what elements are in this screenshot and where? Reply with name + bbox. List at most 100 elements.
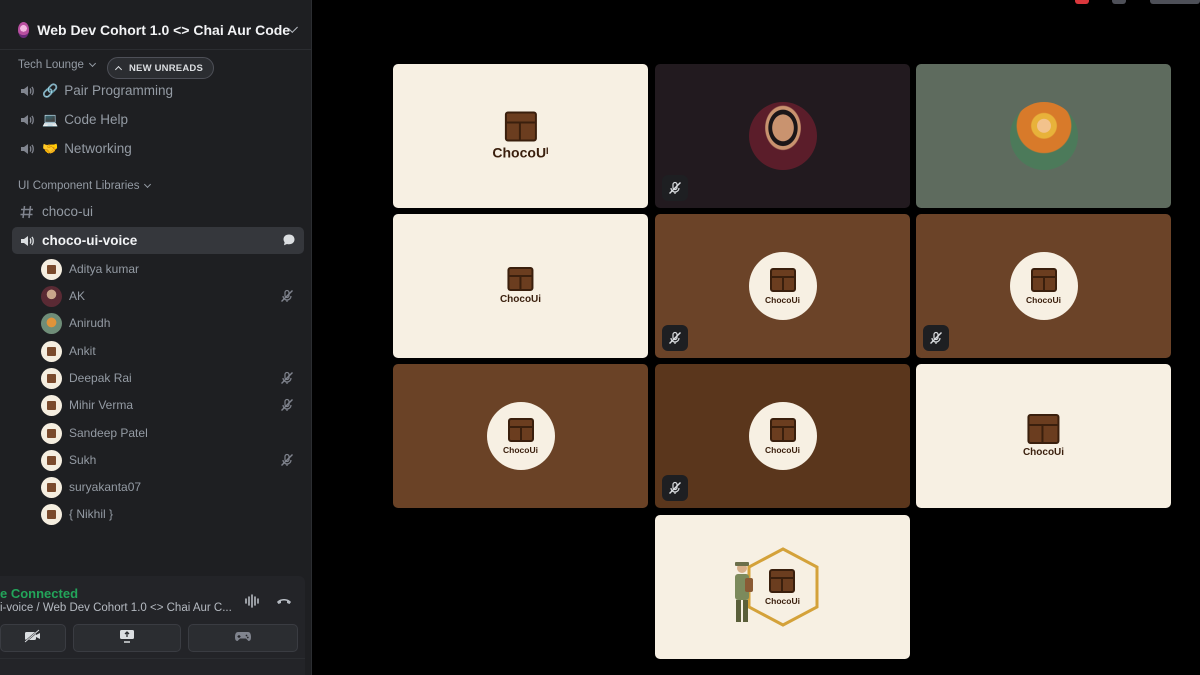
channel-sidebar: Web Dev Cohort 1.0 <> Chai Aur Code Tech… — [0, 0, 312, 675]
speaker-icon — [18, 82, 36, 100]
choco-logo-icon — [769, 417, 796, 442]
choco-logo: ChocoUi — [500, 267, 541, 305]
avatar — [41, 394, 62, 416]
channel-pair-programming[interactable]: 🔗 Pair Programming — [12, 77, 304, 104]
avatar — [41, 285, 62, 307]
member-name: AK — [69, 289, 86, 303]
choco-logo-icon — [769, 568, 796, 593]
hashtag-icon — [18, 203, 36, 221]
channel-label: choco-ui-voice — [42, 233, 138, 248]
member-name: Mihir Verma — [69, 398, 134, 412]
video-tile[interactable]: ChocoUi — [393, 364, 648, 508]
choco-logo: ChocoUᴵ — [492, 111, 549, 161]
member-name: Ankit — [69, 344, 96, 358]
voice-member[interactable]: { Nikhil } — [41, 502, 306, 526]
signal-icon[interactable] — [244, 594, 262, 608]
new-unreads-label: NEW UNREADS — [129, 62, 203, 74]
avatar — [41, 367, 62, 389]
channel-networking[interactable]: 🤝 Networking — [12, 135, 304, 162]
help-icon[interactable] — [1112, 0, 1126, 4]
choco-logo-icon — [507, 267, 534, 291]
chat-bubble-icon[interactable] — [282, 233, 296, 247]
hexagon-badge: ChocoUi — [734, 546, 821, 628]
avatar — [41, 422, 62, 444]
notification-indicator — [1075, 0, 1089, 4]
mic-muted-icon — [280, 453, 294, 467]
avatar — [41, 340, 62, 362]
category-tech-lounge[interactable]: Tech Lounge — [18, 59, 96, 71]
channel-emoji: 🔗 — [42, 82, 59, 98]
new-unreads-button[interactable]: NEW UNREADS — [107, 57, 214, 79]
choco-logo: ChocoUi — [1023, 414, 1064, 458]
member-name: Sukh — [69, 453, 97, 467]
logo-text: ChocoUi — [765, 595, 800, 606]
participant-avatar: ChocoUi — [748, 252, 817, 320]
voice-member[interactable]: Aditya kumar — [41, 257, 306, 281]
mic-muted-badge — [662, 475, 688, 501]
voice-location[interactable]: i-voice / Web Dev Cohort 1.0 <> Chai Aur… — [0, 602, 232, 614]
choco-logo-icon — [1030, 267, 1057, 292]
activities-button[interactable] — [188, 624, 298, 652]
voice-member[interactable]: Sandeep Patel — [41, 421, 306, 445]
video-tile[interactable]: ChocoUi — [655, 515, 910, 659]
participant-avatar: ChocoUi — [486, 402, 555, 470]
speaker-icon — [18, 140, 36, 158]
video-tile[interactable]: ChocoUᴵ — [393, 64, 648, 208]
camera-off-icon — [24, 628, 42, 648]
member-name: Sandeep Patel — [69, 426, 148, 440]
screen-share-icon — [118, 629, 136, 648]
mic-muted-icon — [280, 398, 294, 412]
member-name: Deepak Rai — [69, 371, 132, 385]
chevron-up-icon — [114, 65, 123, 74]
screen-share-button[interactable] — [73, 624, 181, 652]
voice-member[interactable]: Deepak Rai — [41, 366, 306, 390]
channel-label: Pair Programming — [64, 83, 173, 98]
voice-member[interactable]: Sukh — [41, 448, 306, 472]
member-name: suryakanta07 — [69, 480, 142, 494]
logo-text: ChocoUi — [499, 294, 542, 305]
video-tile[interactable]: ChocoUi — [655, 214, 910, 358]
video-tile[interactable]: ChocoUi — [916, 214, 1171, 358]
channel-label: Code Help — [64, 112, 128, 127]
category-label: Tech Lounge — [18, 59, 84, 71]
category-ui-component-libraries[interactable]: UI Component Libraries — [18, 180, 152, 192]
camera-off-button[interactable] — [0, 624, 66, 652]
speaker-lock-icon — [18, 232, 36, 250]
mic-muted-badge — [662, 325, 688, 351]
logo-text: ChocoUi — [765, 294, 800, 305]
voice-member[interactable]: AK — [41, 284, 306, 308]
voice-member[interactable]: suryakanta07 — [41, 475, 306, 499]
channel-choco-ui[interactable]: choco-ui — [12, 198, 304, 225]
channel-choco-ui-voice[interactable]: choco-ui-voice — [12, 227, 304, 254]
gamepad-icon — [234, 629, 252, 648]
logo-text: ChocoUi — [1022, 447, 1065, 458]
logo-text: ChocoUi — [503, 444, 538, 455]
server-header[interactable]: Web Dev Cohort 1.0 <> Chai Aur Code — [0, 10, 312, 50]
avatar — [41, 258, 62, 280]
video-tile[interactable] — [655, 64, 910, 208]
disconnect-icon[interactable] — [275, 594, 293, 608]
channel-emoji: 🤝 — [42, 140, 59, 156]
avatar — [41, 503, 62, 525]
choco-logo-icon — [504, 111, 537, 142]
video-tile[interactable]: ChocoUi — [393, 214, 648, 358]
voice-member[interactable]: Anirudh — [41, 311, 306, 335]
participant-avatar: ChocoUi — [748, 402, 817, 470]
server-name: Web Dev Cohort 1.0 <> Chai Aur Code — [37, 21, 291, 38]
server-icon — [18, 21, 30, 38]
user-panel — [0, 658, 305, 675]
category-label: UI Component Libraries — [18, 180, 140, 192]
video-tile[interactable] — [916, 64, 1171, 208]
avatar — [41, 312, 62, 334]
choco-logo-icon — [507, 417, 534, 442]
video-tile[interactable]: ChocoUi — [916, 364, 1171, 508]
mic-muted-icon — [280, 289, 294, 303]
logo-text: ChocoUᴵ — [492, 144, 549, 161]
mic-muted-icon — [280, 371, 294, 385]
channel-code-help[interactable]: 💻 Code Help — [12, 106, 304, 133]
mic-muted-badge — [662, 175, 688, 201]
voice-member[interactable]: Mihir Verma — [41, 393, 306, 417]
voice-member[interactable]: Ankit — [41, 339, 306, 363]
video-tile[interactable]: ChocoUi — [655, 364, 910, 508]
mic-muted-badge — [923, 325, 949, 351]
